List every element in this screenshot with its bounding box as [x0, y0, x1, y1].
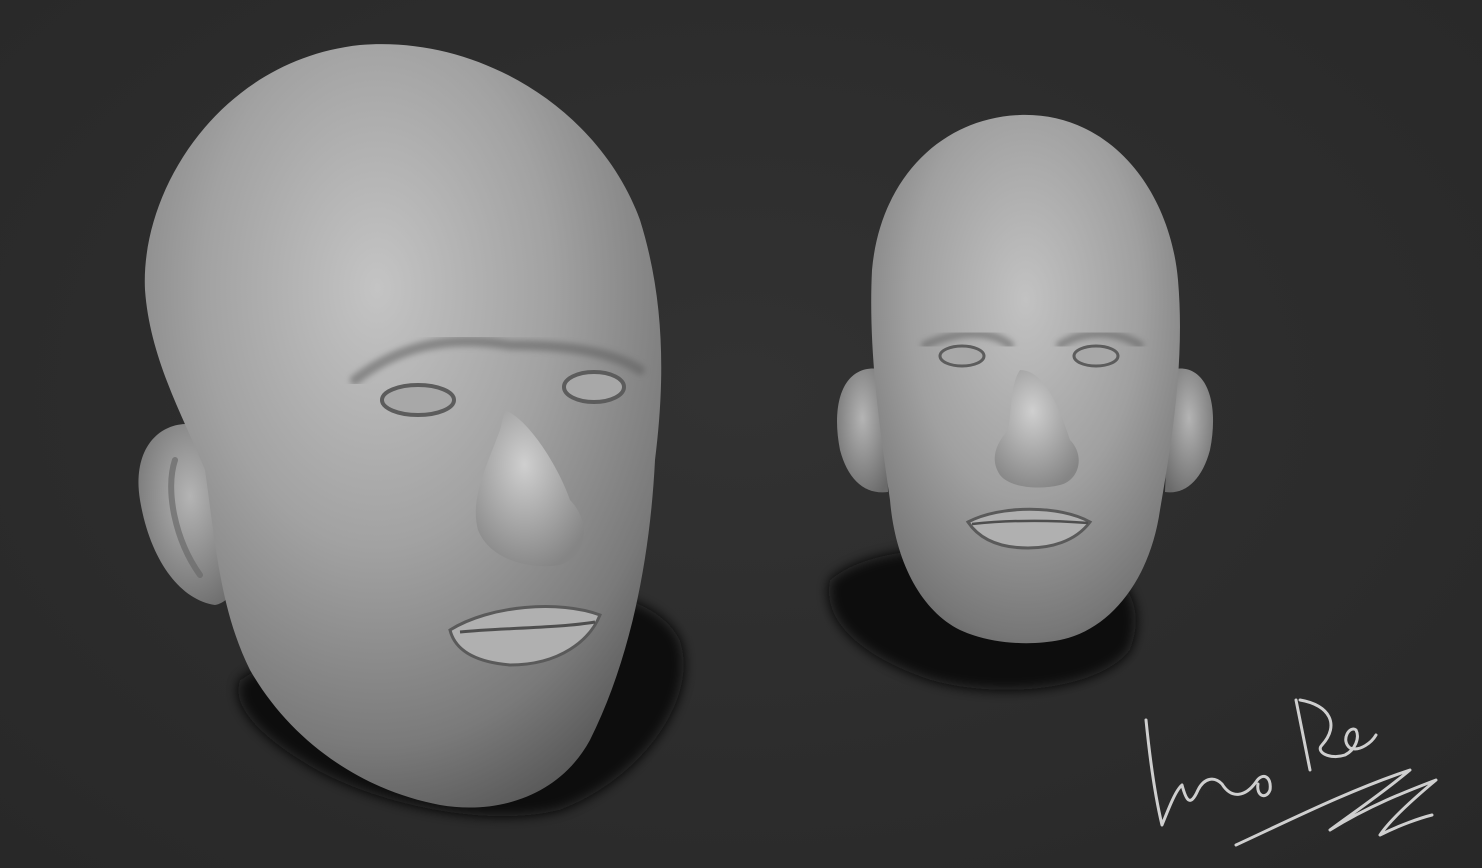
left-head-skull [144, 44, 662, 808]
left-head-sculpt [138, 44, 684, 817]
sculpt-render [138, 44, 1438, 847]
render-viewport [0, 0, 1482, 868]
right-eye-right [1072, 344, 1120, 368]
right-eye-left [938, 344, 986, 368]
artist-signature [1144, 698, 1438, 847]
right-head-sculpt [828, 114, 1214, 690]
left-eye-right [562, 370, 626, 404]
left-eye-left [380, 383, 456, 417]
